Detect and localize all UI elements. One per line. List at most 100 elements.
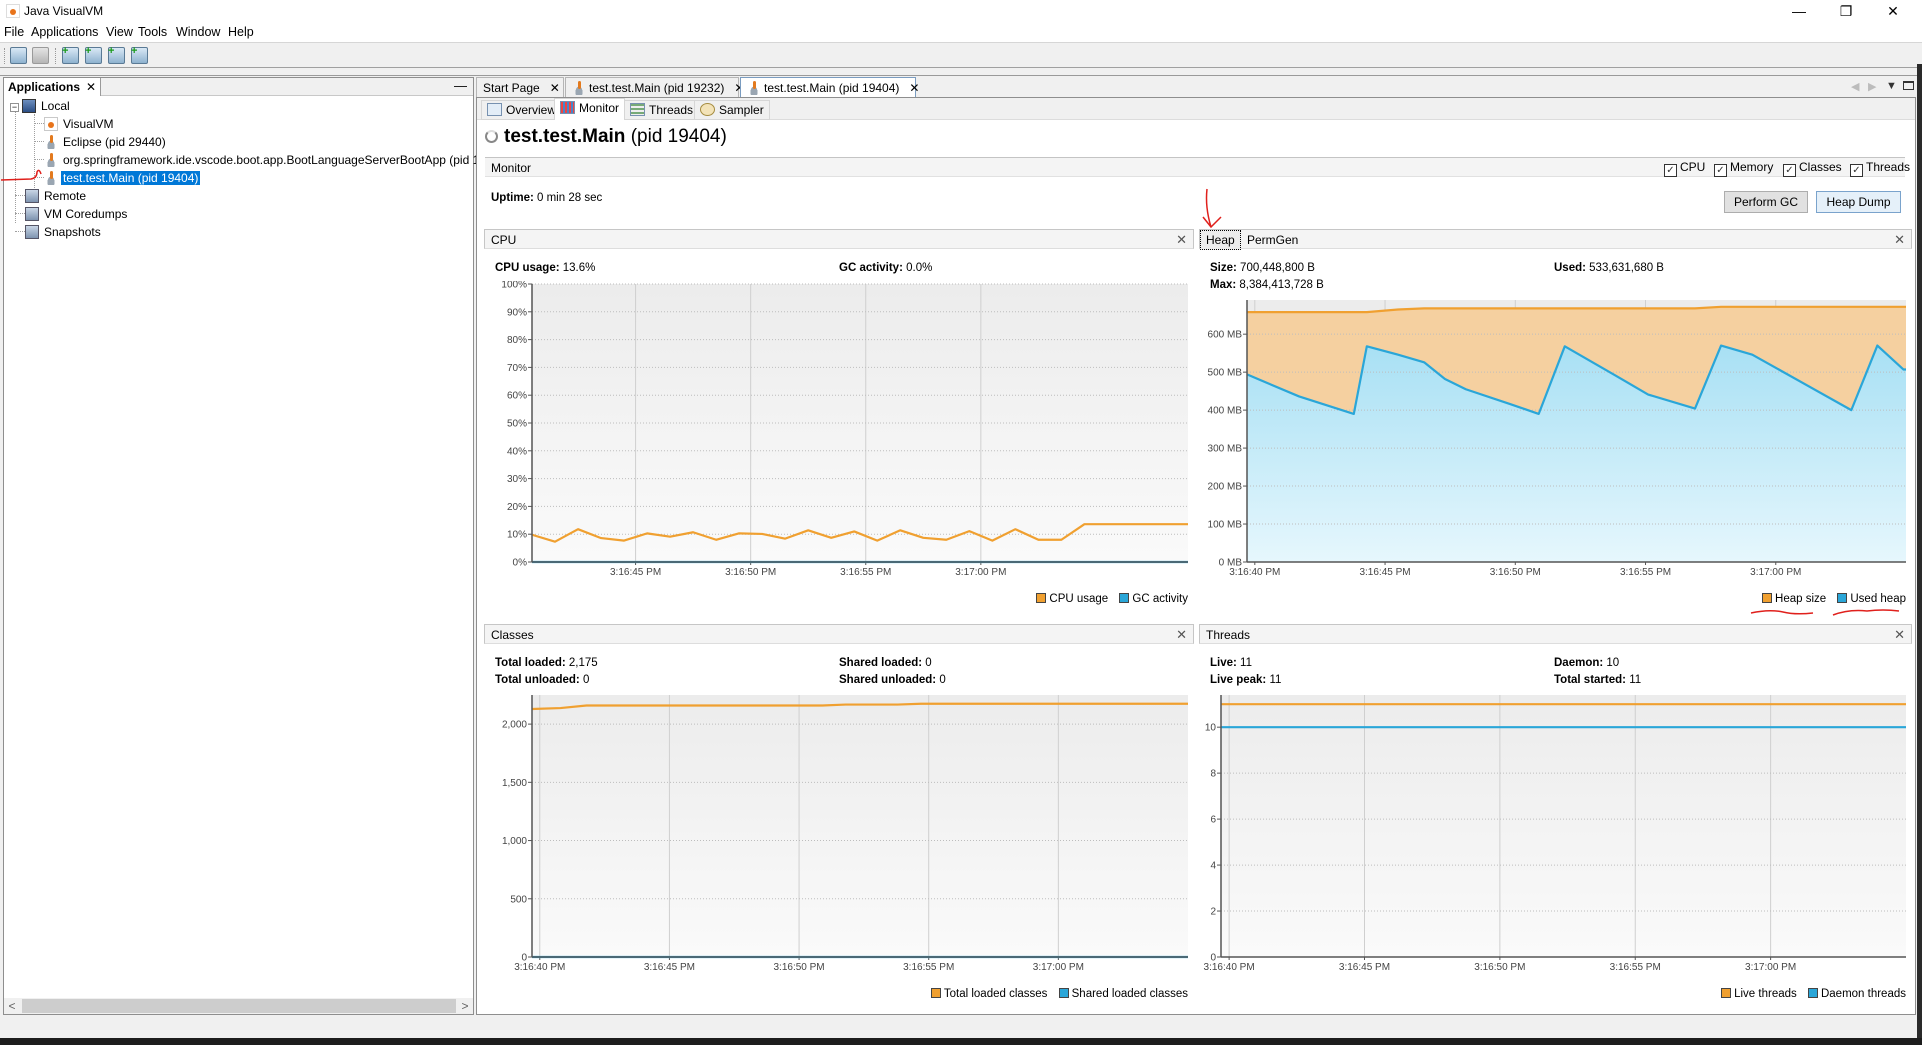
scroll-tabs-right-icon[interactable]: ▶: [1868, 80, 1876, 93]
menu-file[interactable]: File: [4, 25, 24, 39]
load-snapshot-icon[interactable]: [10, 47, 27, 64]
collapse-icon[interactable]: −: [10, 103, 19, 112]
scroll-tabs-left-icon[interactable]: ◀: [1851, 80, 1859, 93]
tree-node-test-main[interactable]: test.test.Main (pid 19404): [44, 169, 202, 187]
tree-node-local[interactable]: − Local: [10, 97, 72, 115]
applications-tab-bar: Applications ✕ —: [4, 78, 473, 96]
toolbar-divider: [0, 68, 1922, 76]
scroll-left-button[interactable]: <: [4, 998, 20, 1014]
add-snapshot-icon[interactable]: +: [131, 46, 148, 64]
subtab-threads[interactable]: Threads: [624, 100, 700, 120]
tree-connector: [34, 159, 44, 160]
memory-checkbox[interactable]: ✓ Memory: [1714, 160, 1773, 177]
minimize-button[interactable]: —: [1776, 0, 1822, 22]
annotation-underline: [1750, 609, 1900, 616]
legend-swatch: [1762, 593, 1773, 603]
overview-icon: [487, 103, 502, 116]
scrollbar-thumb[interactable]: [22, 999, 456, 1013]
y-tick-label: 0: [1210, 953, 1216, 964]
tree-connector: [15, 213, 25, 214]
tab-start-page[interactable]: Start Page ✕: [476, 77, 564, 97]
close-icon[interactable]: ✕: [1894, 232, 1905, 248]
close-icon[interactable]: ✕: [1894, 627, 1905, 643]
add-remote-host-icon[interactable]: +: [62, 46, 79, 64]
y-tick-label: 2,000: [502, 720, 527, 731]
menu-tools[interactable]: Tools: [138, 25, 167, 39]
minimize-panel-button[interactable]: —: [454, 78, 467, 93]
menu-window[interactable]: Window: [176, 25, 220, 39]
classes-checkbox[interactable]: ✓ Classes: [1783, 160, 1842, 177]
legend-swatch: [1837, 593, 1848, 603]
x-tick-label: 3:17:00 PM: [1750, 567, 1801, 578]
applications-tab[interactable]: Applications ✕: [4, 78, 102, 96]
tab-list-dropdown-icon[interactable]: ▼: [1886, 80, 1897, 92]
x-tick-label: 3:16:45 PM: [644, 962, 695, 973]
menu-applications[interactable]: Applications: [31, 25, 98, 39]
y-tick-label: 0%: [513, 558, 528, 569]
subtab-sampler[interactable]: Sampler: [694, 100, 770, 120]
menu-view[interactable]: View: [106, 25, 133, 39]
total-loaded-stat: Total loaded: 2,175: [495, 657, 598, 669]
cpu-checkbox[interactable]: ✓ CPU: [1664, 160, 1705, 177]
tab-permgen[interactable]: PermGen: [1247, 233, 1298, 247]
classes-panel: Classes ✕ Total loaded: 2,175 Shared loa…: [484, 624, 1194, 1014]
title-bar: Java VisualVM — ❐ ✕: [0, 0, 1922, 24]
add-jmx-connection-icon[interactable]: +: [85, 46, 102, 64]
maximize-window-icon[interactable]: [1903, 81, 1914, 90]
menu-help[interactable]: Help: [228, 25, 254, 39]
tree-connector: [15, 195, 25, 196]
menu-bar: File Applications View Tools Window Help: [0, 24, 1922, 42]
x-tick-label: 3:16:50 PM: [773, 962, 824, 973]
y-tick-label: 500 MB: [1208, 368, 1243, 379]
add-vm-coredump-icon[interactable]: +: [108, 46, 125, 64]
check-icon: ✓: [1664, 164, 1677, 177]
subtab-overview[interactable]: Overview: [481, 100, 563, 120]
tree-node-visualvm[interactable]: VisualVM: [44, 115, 115, 133]
tab-test-main-19404[interactable]: test.test.Main (pid 19404) ✕: [740, 77, 919, 98]
tree-node-snapshots[interactable]: Snapshots: [25, 223, 103, 241]
tree-node-vm-coredumps[interactable]: VM Coredumps: [25, 205, 129, 223]
heap-dump-button[interactable]: Heap Dump: [1816, 191, 1901, 213]
close-icon[interactable]: ✕: [1176, 232, 1187, 248]
window-title: Java VisualVM: [24, 4, 104, 18]
horizontal-scrollbar[interactable]: < >: [4, 998, 473, 1014]
loading-spinner-icon: [485, 130, 498, 143]
tree-node-spring-boot-app[interactable]: org.springframework.ide.vscode.boot.app.…: [44, 151, 512, 169]
visualvm-icon: [44, 117, 58, 131]
y-tick-label: 4: [1210, 861, 1216, 872]
y-tick-label: 40%: [507, 446, 527, 457]
y-tick-label: 10: [1205, 723, 1217, 734]
perform-gc-button[interactable]: Perform GC: [1724, 191, 1808, 213]
subtab-monitor[interactable]: Monitor: [554, 98, 626, 120]
y-tick-label: 0: [521, 953, 527, 964]
x-tick-label: 3:16:50 PM: [725, 567, 776, 578]
close-icon[interactable]: ✕: [550, 81, 560, 95]
x-tick-label: 3:16:55 PM: [903, 962, 954, 973]
plot-background: [1221, 695, 1906, 957]
snapshots-icon: [25, 225, 39, 239]
sub-tabs: Overview Monitor Threads Sampler: [477, 98, 1915, 120]
close-icon[interactable]: ✕: [86, 80, 96, 94]
threads-checkbox[interactable]: ✓ Threads: [1850, 160, 1910, 177]
close-button[interactable]: ✕: [1870, 0, 1916, 22]
restore-button[interactable]: ❐: [1823, 0, 1869, 22]
heap-used-stat: Used: 533,631,680 B: [1554, 262, 1664, 274]
tree-node-eclipse[interactable]: Eclipse (pid 29440): [44, 133, 168, 151]
tab-test-main-19232[interactable]: test.test.Main (pid 19232)✕: [565, 77, 744, 97]
cpu-panel-title: CPU: [491, 233, 517, 247]
y-tick-label: 300 MB: [1208, 444, 1243, 455]
y-tick-label: 100%: [501, 281, 527, 291]
java-app-icon: [44, 135, 58, 149]
close-icon[interactable]: ✕: [909, 81, 919, 95]
tab-heap[interactable]: Heap: [1200, 230, 1241, 250]
close-icon[interactable]: ✕: [1176, 627, 1187, 643]
gc-activity-stat: GC activity: 0.0%: [839, 262, 933, 274]
y-tick-label: 400 MB: [1208, 406, 1243, 417]
threads-chart: 3:16:40 PM 3:16:45 PM 3:16:50 PM 3:16:55 PM…: [1204, 695, 1907, 973]
save-icon[interactable]: [32, 47, 49, 64]
plot-background: [532, 695, 1188, 957]
tree-node-remote[interactable]: Remote: [25, 187, 88, 205]
live-peak-stat: Live peak: 11: [1210, 674, 1282, 686]
scroll-right-button[interactable]: >: [457, 998, 473, 1014]
tree-connector: [15, 231, 25, 232]
